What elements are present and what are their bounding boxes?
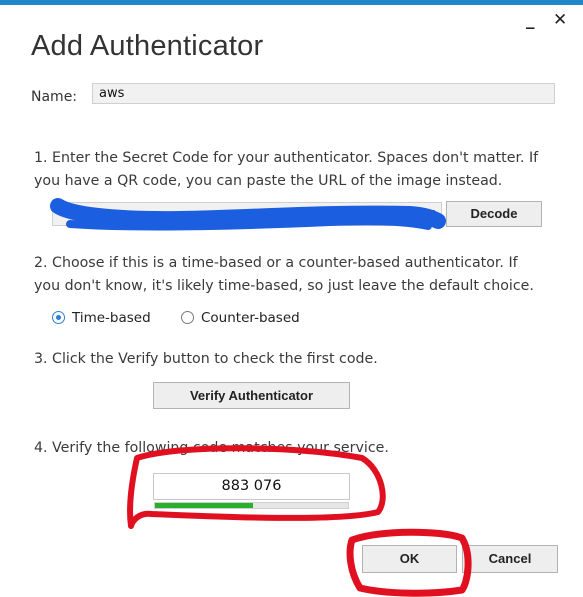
decode-button[interactable]: Decode xyxy=(446,201,542,227)
cancel-button[interactable]: Cancel xyxy=(462,545,558,573)
radio-counter-based[interactable]: Counter-based xyxy=(181,310,300,326)
radio-unselected-icon xyxy=(181,311,194,324)
radio-counter-based-label: Counter-based xyxy=(201,310,300,326)
secret-code-input[interactable]: VP65VK xyxy=(52,202,442,226)
radio-selected-icon xyxy=(52,311,65,324)
name-label: Name: xyxy=(31,89,78,105)
radio-time-based-label: Time-based xyxy=(72,310,151,326)
code-expiry-progress-bar xyxy=(154,502,349,509)
window-top-accent-bar xyxy=(0,0,583,5)
verify-authenticator-button[interactable]: Verify Authenticator xyxy=(153,382,350,409)
step3-instruction: 3. Click the Verify button to check the … xyxy=(34,351,378,367)
verification-code-display: 883 076 xyxy=(153,473,350,500)
dialog-title: Add Authenticator xyxy=(31,30,264,62)
close-button[interactable]: ✕ xyxy=(553,10,567,30)
radio-time-based[interactable]: Time-based xyxy=(52,310,151,326)
code-expiry-progress-fill xyxy=(155,503,254,508)
step2-instruction: 2. Choose if this is a time-based or a c… xyxy=(34,255,534,294)
name-input[interactable]: aws xyxy=(92,83,555,104)
step4-instruction: 4. Verify the following code matches you… xyxy=(34,440,389,456)
step1-instruction: 1. Enter the Secret Code for your authen… xyxy=(34,150,539,189)
minimize-button[interactable]: _ xyxy=(526,10,535,30)
ok-button[interactable]: OK xyxy=(362,545,457,573)
